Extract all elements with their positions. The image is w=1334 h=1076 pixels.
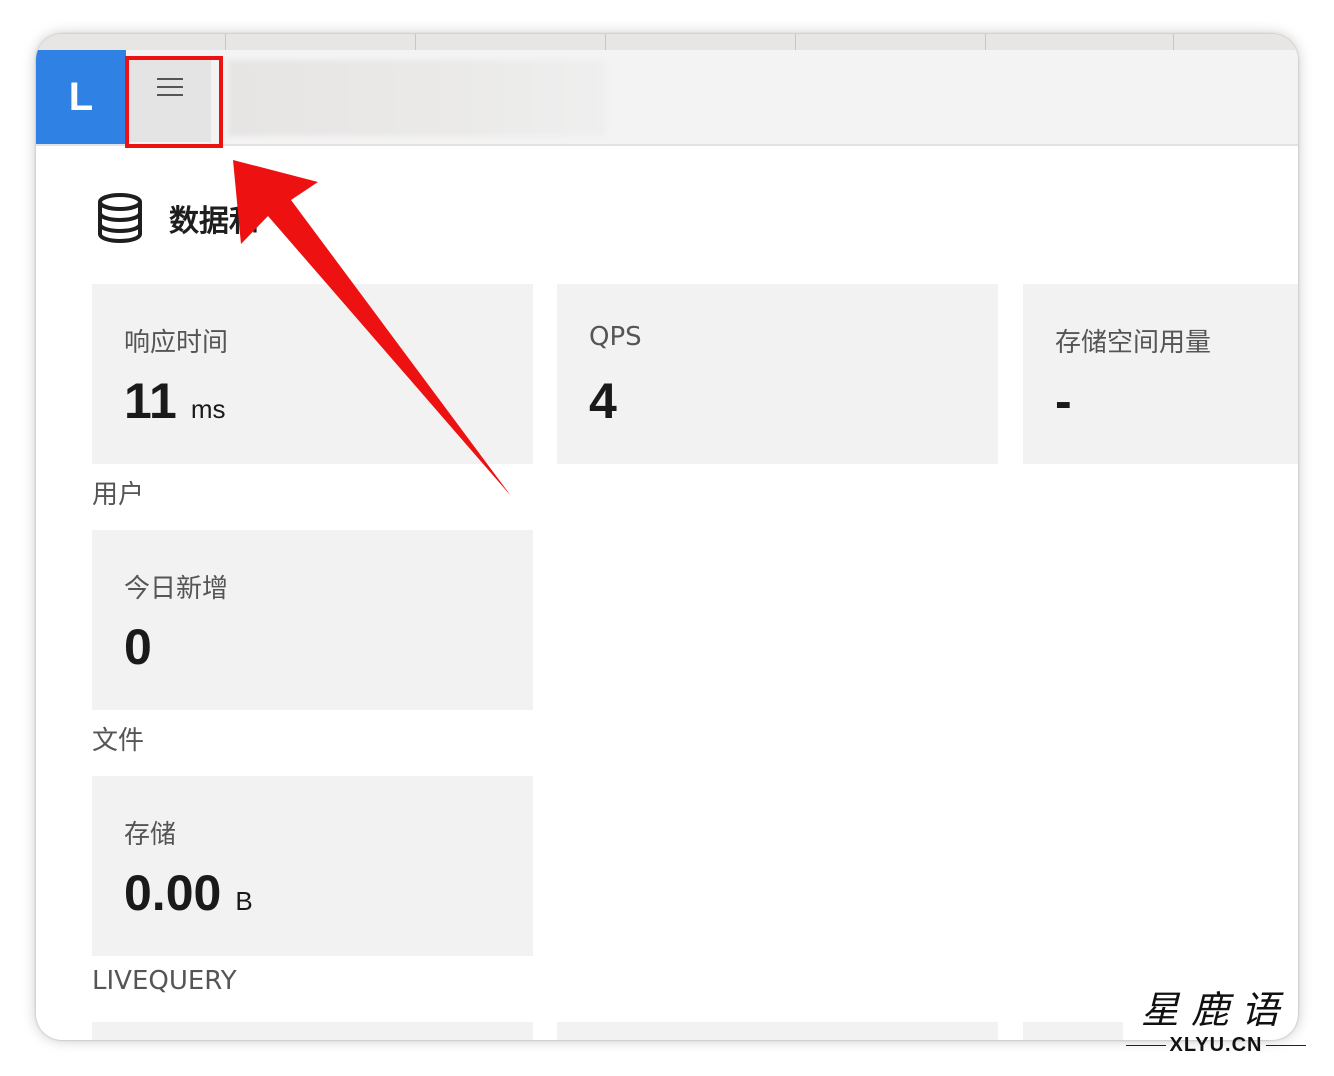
app-logo[interactable]: L: [36, 50, 126, 144]
card-value-row: 0.00 B: [124, 864, 253, 922]
section-title: 数据和: [169, 204, 259, 239]
card-value: 0: [124, 619, 152, 675]
watermark-divider: [1266, 1045, 1307, 1046]
card-value-row: 4: [589, 372, 617, 430]
database-icon: [98, 193, 142, 243]
watermark-divider: [1125, 1045, 1166, 1046]
section-header: 数据和: [97, 193, 259, 243]
card-label: 存储: [124, 820, 177, 850]
card-label: 响应时间: [124, 328, 229, 358]
card-unit: ms: [190, 394, 226, 424]
watermark-en-row: XLYU.CN: [1118, 1034, 1314, 1057]
card-value-row: 11 ms: [124, 372, 226, 430]
card-value: -: [1055, 373, 1072, 429]
tab-separator: [225, 34, 226, 50]
blurred-app-title: [228, 60, 606, 136]
card-livequery-1: [92, 1022, 533, 1040]
top-navigation-bar: L: [36, 50, 1298, 146]
card-value: 4: [589, 373, 617, 429]
card-label: QPS: [589, 322, 642, 352]
watermark-en: XLYU.CN: [1169, 1034, 1263, 1056]
card-storage-usage: 存储空间用量 -: [1023, 284, 1298, 464]
group-label-files: 文件: [92, 726, 145, 756]
card-livequery-3: [1023, 1022, 1123, 1040]
card-label: 存储空间用量: [1055, 328, 1212, 358]
card-value: 0.00: [124, 865, 222, 921]
menu-toggle-button[interactable]: [129, 56, 211, 142]
card-response-time: 响应时间 11 ms: [92, 284, 533, 464]
card-livequery-2: [557, 1022, 998, 1040]
tab-separator: [795, 34, 796, 50]
app-logo-letter: L: [68, 74, 94, 119]
card-value-row: -: [1055, 372, 1072, 430]
browser-tab-strip: [36, 34, 1298, 50]
watermark: 星鹿语 XLYU.CN: [1118, 988, 1314, 1057]
tab-separator: [1173, 34, 1174, 50]
watermark-cn: 星鹿语: [1140, 988, 1291, 1032]
card-new-today: 今日新增 0: [92, 530, 533, 710]
hamburger-menu-icon: [157, 78, 183, 96]
card-value: 11: [124, 373, 177, 429]
tab-separator: [985, 34, 986, 50]
tab-separator: [605, 34, 606, 50]
group-label-livequery: LIVEQUERY: [92, 966, 237, 996]
card-file-storage: 存储 0.00 B: [92, 776, 533, 956]
group-label-users: 用户: [92, 480, 145, 510]
card-value-row: 0: [124, 618, 152, 676]
card-qps: QPS 4: [557, 284, 998, 464]
card-unit: B: [235, 886, 253, 916]
tab-separator: [415, 34, 416, 50]
card-label: 今日新增: [124, 574, 229, 604]
